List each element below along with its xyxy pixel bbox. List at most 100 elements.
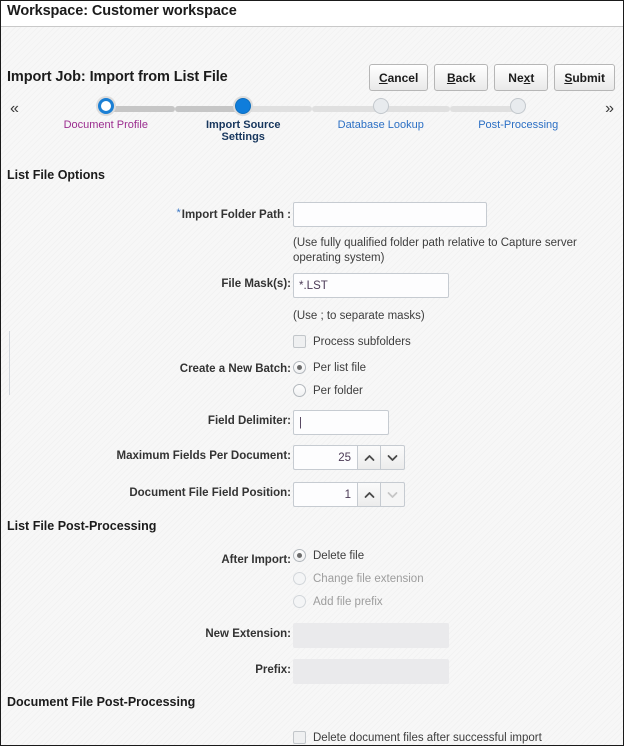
after-import-label: After Import:: [221, 554, 291, 566]
file-masks-label: File Mask(s):: [221, 278, 291, 290]
train-connector-right: [105, 106, 175, 112]
action-button-row: Cancel Back Ne x t Submit: [368, 64, 615, 91]
import-folder-path-hint: (Use fully qualified folder path relativ…: [293, 237, 577, 264]
document-file-field-position-label: Document File Field Position:: [129, 487, 291, 499]
per-list-file-radio[interactable]: [293, 361, 306, 374]
double-chevron-left-icon[interactable]: «: [10, 101, 19, 117]
create-new-batch-option-per-folder[interactable]: Per folder: [293, 384, 363, 397]
train-connector-right: [380, 106, 450, 112]
train-step-dot: [510, 98, 527, 114]
document-file-field-position-increment-button[interactable]: [357, 482, 381, 507]
train-step-label: Database Lookup: [337, 119, 424, 131]
create-new-batch-option-per-list-file[interactable]: Per list file: [293, 361, 366, 374]
process-subfolders-label: Process subfolders: [313, 335, 411, 348]
prefix-label: Prefix:: [255, 664, 291, 676]
per-folder-radio[interactable]: [293, 384, 306, 397]
process-subfolders-checkbox-row[interactable]: Process subfolders: [293, 335, 411, 348]
train-steps: Document Profile Import Source Settings …: [37, 98, 587, 156]
train-connector-right: [243, 106, 312, 112]
row-prefix: Prefix:: [1, 659, 623, 684]
page-title: Import Job: Import from List File: [7, 69, 228, 85]
import-folder-path-label: *Import Folder Path :: [176, 202, 291, 226]
train-step-dot: [97, 98, 114, 114]
next-button-pre: Ne: [508, 70, 524, 85]
import-folder-path-label-text: Import Folder Path :: [181, 209, 291, 221]
next-button[interactable]: Ne x t: [494, 64, 549, 91]
job-header: Import Job: Import from List File Cancel…: [1, 59, 623, 101]
maximum-fields-per-document-label: Maximum Fields Per Document:: [116, 450, 291, 462]
after-import-option-add-file-prefix[interactable]: Add file prefix: [293, 595, 383, 608]
change-file-extension-label: Change file extension: [313, 572, 424, 585]
add-file-prefix-radio[interactable]: [293, 595, 306, 608]
prefix-input: [293, 659, 449, 684]
maximum-fields-per-document-input[interactable]: [293, 445, 357, 470]
delete-file-label: Delete file: [313, 549, 365, 562]
next-button-accel: x: [523, 70, 531, 85]
new-extension-label: New Extension:: [205, 628, 291, 640]
cancel-button-post: ancel: [387, 70, 419, 85]
row-field-delimiter: Field Delimiter:: [1, 410, 623, 435]
file-masks-input[interactable]: [293, 273, 449, 298]
file-masks-control: [293, 273, 449, 298]
change-file-extension-radio[interactable]: [293, 572, 306, 585]
field-delimiter-input[interactable]: [293, 410, 389, 435]
back-button-post: ack: [455, 70, 476, 85]
row-new-extension: New Extension:: [1, 623, 623, 648]
create-new-batch-label: Create a New Batch:: [179, 363, 291, 375]
delete-document-files-checkbox-row[interactable]: Delete document files after successful i…: [293, 731, 542, 744]
train-step-label: Import Source Settings: [205, 119, 281, 143]
prefix-control: [293, 659, 449, 684]
row-document-file-field-position: Document File Field Position:: [1, 482, 623, 507]
train-step-label: Post-Processing: [478, 119, 559, 131]
required-asterisk: *: [176, 207, 181, 219]
new-extension-input: [293, 623, 449, 648]
train-step-label: Document Profile: [63, 119, 148, 131]
train-step-post-processing[interactable]: Post-Processing: [449, 98, 588, 156]
add-file-prefix-label: Add file prefix: [313, 595, 383, 608]
section-document-file-post-processing: Document File Post-Processing: [7, 695, 196, 709]
field-delimiter-label: Field Delimiter:: [207, 415, 291, 427]
import-folder-path-input[interactable]: [293, 202, 487, 227]
workspace-title: Workspace: Customer workspace: [7, 3, 237, 19]
back-button-accel: B: [446, 70, 456, 85]
train-step-import-source-settings[interactable]: Import Source Settings: [174, 98, 312, 156]
train-connector-left: [312, 106, 381, 112]
file-masks-hint: (Use ; to separate masks): [293, 310, 425, 322]
train-connector-left: [174, 106, 244, 112]
after-import-option-change-file-extension[interactable]: Change file extension: [293, 572, 424, 585]
document-file-field-position-input[interactable]: [293, 482, 357, 507]
next-button-post: t: [530, 70, 535, 85]
process-subfolders-checkbox[interactable]: [293, 335, 306, 348]
train-step-database-lookup[interactable]: Database Lookup: [312, 98, 450, 156]
document-file-field-position-decrement-button: [381, 482, 405, 507]
train-step-document-profile[interactable]: Document Profile: [37, 98, 175, 156]
per-folder-label: Per folder: [313, 384, 363, 397]
submit-button-accel: S: [564, 70, 573, 85]
new-extension-control: [293, 623, 449, 648]
cancel-button[interactable]: Cancel: [368, 64, 429, 91]
after-import-option-delete-file[interactable]: Delete file: [293, 549, 364, 562]
field-delimiter-control: [293, 410, 389, 435]
document-file-field-position-spinner: [293, 482, 405, 507]
back-button[interactable]: Back: [434, 64, 489, 91]
wizard-train: « » Document Profile Import Source Setti…: [1, 98, 623, 156]
section-list-file-post-processing: List File Post-Processing: [7, 519, 157, 533]
delete-file-radio[interactable]: [293, 549, 306, 562]
per-list-file-label: Per list file: [313, 361, 367, 374]
train-connector-left: [449, 106, 519, 112]
cancel-button-accel: C: [378, 70, 388, 85]
import-job-page: Workspace: Customer workspace Import Job…: [0, 0, 624, 746]
row-maximum-fields-per-document: Maximum Fields Per Document:: [1, 445, 623, 470]
maximum-fields-increment-button[interactable]: [357, 445, 381, 470]
submit-button[interactable]: Submit: [554, 64, 615, 91]
delete-document-files-label: Delete document files after successful i…: [313, 731, 542, 744]
maximum-fields-per-document-spinner: [293, 445, 405, 470]
double-chevron-right-icon[interactable]: »: [605, 101, 614, 117]
delete-document-files-checkbox[interactable]: [293, 731, 306, 744]
row-file-masks: File Mask(s):: [1, 273, 623, 298]
section-list-file-options: List File Options: [7, 168, 105, 182]
maximum-fields-decrement-button[interactable]: [381, 445, 405, 470]
row-import-folder-path: *Import Folder Path :: [1, 202, 623, 227]
workspace-title-bar: Workspace: Customer workspace: [1, 1, 623, 27]
submit-button-post: ubmit: [572, 70, 605, 85]
